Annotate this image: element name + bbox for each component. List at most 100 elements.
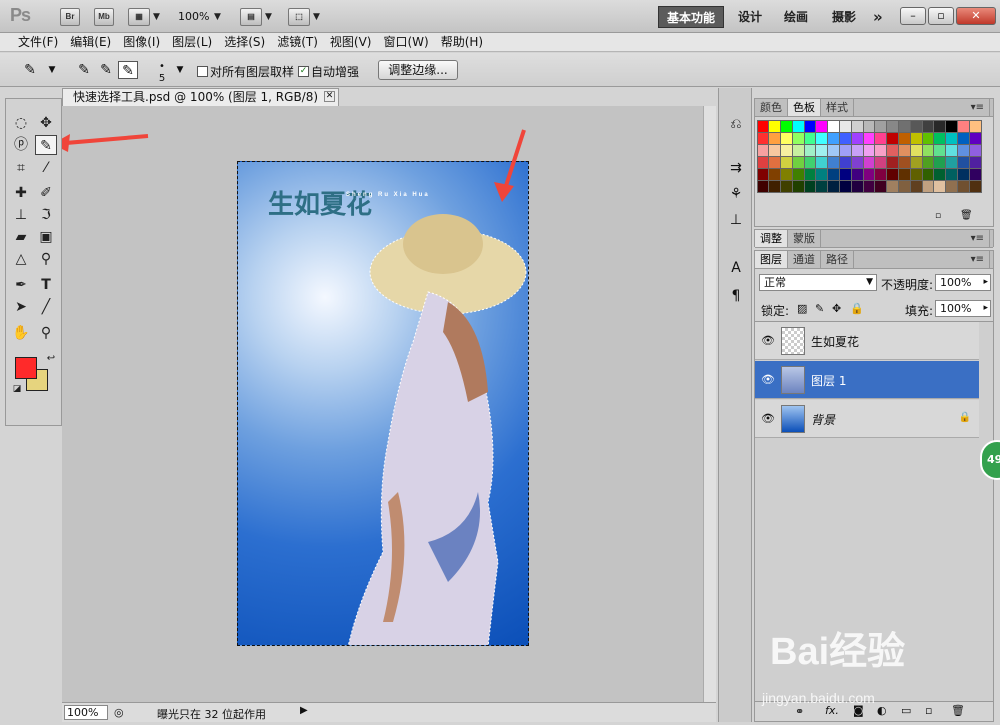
paragraph-panel-icon[interactable]: ¶ <box>726 286 746 306</box>
gradient-tool-icon[interactable]: ▣ <box>35 227 57 247</box>
layer-row[interactable]: 👁 背景 🔒 <box>755 400 979 438</box>
trash-icon[interactable]: 🗑 <box>960 210 973 221</box>
add-to-selection-icon[interactable]: ✎ <box>96 61 116 79</box>
tool-preset-icon[interactable]: ✎ <box>20 61 40 79</box>
lock-pixels-icon[interactable]: ✎ <box>815 302 824 315</box>
color-swatch[interactable] <box>968 179 982 193</box>
zoom-tool-icon[interactable]: ⚲ <box>35 323 57 343</box>
document-tab[interactable]: 快速选择工具.psd @ 100% (图层 1, RGB/8) ✕ <box>62 88 340 106</box>
chevron-down-icon[interactable]: ▼ <box>214 12 221 22</box>
eye-icon[interactable]: 👁 <box>761 373 775 386</box>
chevron-down-icon[interactable]: ▼ <box>153 12 160 22</box>
brush-presets-icon[interactable]: ⇉ <box>726 158 746 178</box>
history-brush-tool-icon[interactable]: ℑ <box>35 205 57 225</box>
new-selection-icon[interactable]: ✎ <box>74 61 94 79</box>
panel-menu-icon[interactable]: ▾≡ <box>966 99 990 116</box>
tab-styles[interactable]: 样式 <box>821 99 854 116</box>
tab-masks[interactable]: 蒙版 <box>788 230 821 247</box>
hand-tool-icon[interactable]: ✋ <box>10 323 32 343</box>
zoom-level[interactable]: 100% <box>178 10 209 23</box>
brush-tool-icon[interactable]: ✐ <box>35 183 57 203</box>
swap-colors-icon[interactable]: ↩ <box>40 349 62 369</box>
trash-icon[interactable]: 🗑 <box>951 704 965 717</box>
chevron-down-icon[interactable]: ▼ <box>265 12 272 22</box>
menu-window[interactable]: 窗口(W) <box>377 33 434 51</box>
path-selection-tool-icon[interactable]: ➤ <box>10 297 32 317</box>
chevron-down-icon[interactable]: ▼ <box>170 61 190 79</box>
clone-source-icon[interactable]: ⚘ <box>726 184 746 204</box>
panel-menu-icon[interactable]: ▾≡ <box>966 251 990 268</box>
lock-transparency-icon[interactable]: ▨ <box>797 302 807 315</box>
layer-row-selected[interactable]: 👁 图层 1 <box>755 361 979 399</box>
close-tab-icon[interactable]: ✕ <box>324 91 336 102</box>
type-tool-icon[interactable]: T <box>35 275 57 295</box>
history-panel-icon[interactable]: ⎌ <box>726 114 746 134</box>
status-menu-arrow-icon[interactable]: ▶ <box>300 705 308 716</box>
tab-color[interactable]: 颜色 <box>755 99 788 116</box>
menu-layer[interactable]: 图层(L) <box>166 33 218 51</box>
lasso-tool-icon[interactable]: ⓟ <box>10 135 32 155</box>
marquee-tool-icon[interactable]: ◌ <box>10 113 32 133</box>
refine-edge-button[interactable]: 调整边缘... <box>378 60 458 80</box>
eye-icon[interactable]: 👁 <box>761 412 775 425</box>
view-extras-icon[interactable]: ▦ <box>128 8 150 26</box>
new-group-icon[interactable]: ▭ <box>901 704 911 717</box>
layer-row[interactable]: 👁 生如夏花 <box>755 322 979 360</box>
character-panel-icon[interactable]: A <box>726 258 746 278</box>
chevron-down-icon[interactable]: ▼ <box>313 12 320 22</box>
workspace-photography[interactable]: 摄影 <box>832 6 856 28</box>
eye-icon[interactable]: 👁 <box>761 334 775 347</box>
workspace-painting[interactable]: 绘画 <box>784 6 808 28</box>
lock-all-icon[interactable]: 🔒 <box>850 302 864 315</box>
lock-position-icon[interactable]: ✥ <box>832 302 841 315</box>
sample-all-layers-checkbox[interactable]: 对所有图层取样 <box>197 63 294 80</box>
auto-enhance-checkbox[interactable]: ✓ 自动增强 <box>298 63 359 80</box>
fill-field[interactable]: 100% ▸ <box>935 300 991 317</box>
new-layer-icon[interactable]: ▫ <box>925 704 932 717</box>
tab-swatches[interactable]: 色板 <box>788 99 821 116</box>
status-icon[interactable]: ◎ <box>114 706 124 719</box>
line-tool-icon[interactable]: ╱ <box>35 297 57 317</box>
pen-tool-icon[interactable]: ✒ <box>10 275 32 295</box>
menu-image[interactable]: 图像(I) <box>117 33 166 51</box>
checkbox-box[interactable] <box>197 66 208 77</box>
chevron-down-icon[interactable]: ▼ <box>42 61 62 79</box>
crop-tool-icon[interactable]: ⌗ <box>10 158 32 178</box>
workspace-essentials[interactable]: 基本功能 <box>658 6 725 28</box>
tab-paths[interactable]: 路径 <box>821 251 854 268</box>
dodge-tool-icon[interactable]: ⚲ <box>35 249 57 269</box>
vertical-scrollbar[interactable] <box>703 106 716 702</box>
tab-adjustments[interactable]: 调整 <box>755 230 788 247</box>
swatch-grid[interactable] <box>756 119 983 193</box>
default-colors-icon[interactable]: ◪ <box>6 379 28 399</box>
tool-presets-icon[interactable]: ⊥ <box>726 210 746 230</box>
menu-filter[interactable]: 滤镜(T) <box>271 33 324 51</box>
workspace-design[interactable]: 设计 <box>738 6 762 28</box>
link-layers-icon[interactable]: ⚭ <box>795 705 804 718</box>
panel-menu-icon[interactable]: ▾≡ <box>966 230 990 247</box>
menu-select[interactable]: 选择(S) <box>218 33 271 51</box>
tab-layers[interactable]: 图层 <box>755 251 788 268</box>
tab-channels[interactable]: 通道 <box>788 251 821 268</box>
more-workspaces-button[interactable]: » <box>873 6 883 28</box>
checkmark-icon[interactable]: ✓ <box>298 66 309 77</box>
bridge-button[interactable]: Br <box>60 8 80 26</box>
mini-bridge-button[interactable]: Mb <box>94 8 114 26</box>
close-button[interactable]: ✕ <box>956 7 996 25</box>
maximize-button[interactable]: ▫ <box>928 7 954 25</box>
new-swatch-icon[interactable]: ▫ <box>935 211 941 221</box>
minimize-button[interactable]: – <box>900 7 926 25</box>
clone-stamp-tool-icon[interactable]: ⊥ <box>10 205 32 225</box>
menu-help[interactable]: 帮助(H) <box>435 33 489 51</box>
quick-selection-tool-icon[interactable]: ✎ <box>35 135 57 155</box>
screen-mode-icon[interactable]: ⬚ <box>288 8 310 26</box>
opacity-field[interactable]: 100% ▸ <box>935 274 991 291</box>
status-zoom-field[interactable]: 100% <box>64 705 108 720</box>
menu-file[interactable]: 文件(F) <box>12 33 64 51</box>
menu-edit[interactable]: 编辑(E) <box>64 33 117 51</box>
adjustment-layer-icon[interactable]: ◐ <box>877 704 887 717</box>
move-tool-icon[interactable]: ✥ <box>35 113 57 133</box>
foreground-color-swatch[interactable] <box>15 357 37 379</box>
subtract-from-selection-icon[interactable]: ✎ <box>118 61 138 79</box>
blur-tool-icon[interactable]: △ <box>10 249 32 269</box>
